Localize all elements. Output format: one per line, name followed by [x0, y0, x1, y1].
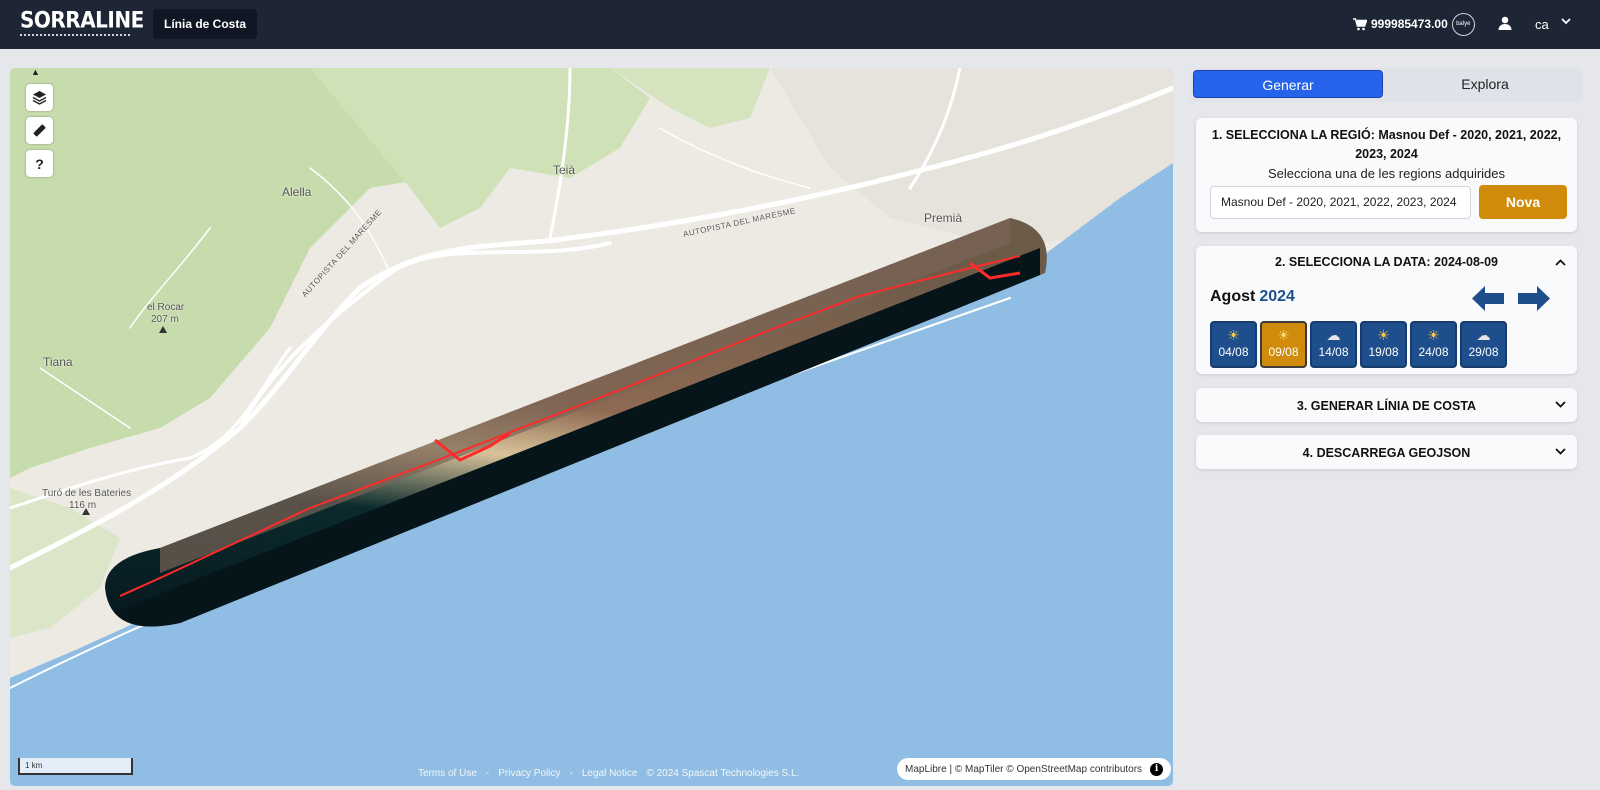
cloud-sun-icon: ☁ [1326, 327, 1341, 343]
terms-link[interactable]: Terms of Use [418, 768, 477, 779]
place-label-teia: Teià [553, 163, 576, 177]
step2-date-card: 2. SELECCIONA LA DATA: 2024-08-09 Agost 2… [1196, 246, 1577, 374]
map-footer-links: Terms of Use - Privacy Policy - Legal No… [418, 768, 799, 779]
credits-display[interactable]: 999985473.00 balye [1353, 12, 1475, 36]
elevation-label-turo-bateries: 116 m [69, 500, 97, 511]
tab-explore[interactable]: Explora [1390, 70, 1580, 98]
mode-tabs: Generar Explora [1190, 68, 1583, 102]
sun-icon: ☀ [1427, 327, 1440, 343]
step4-title[interactable]: 4. DESCARREGA GEOJSON [1196, 444, 1577, 463]
scale-bar: 1 km [18, 758, 133, 775]
footer-separator: - [485, 768, 490, 779]
place-label-turo-bateries: Turó de les Bateries [42, 488, 132, 499]
place-label-alella: Alella [282, 185, 312, 199]
month-year-label: Agost 2024 [1210, 288, 1295, 306]
map-view[interactable]: Teià Alella Premià el Rocar 207 m Tiana … [10, 68, 1173, 786]
help-button[interactable]: ? [26, 150, 53, 177]
previous-month-arrow-icon[interactable] [1472, 286, 1504, 311]
region-select[interactable]: Masnou Def - 2020, 2021, 2022, 2023, 202… [1210, 186, 1471, 219]
date-label: 04/08 [1218, 345, 1249, 359]
measure-button[interactable] [26, 117, 53, 144]
attribution-text[interactable]: MapLibre | © MapTiler © OpenStreetMap co… [905, 764, 1142, 775]
place-label-premia: Premià [924, 211, 963, 225]
place-label-tiana: Tiana [43, 355, 73, 369]
date-label: 19/08 [1368, 345, 1399, 359]
credit-coin-badge: balye [1451, 12, 1475, 36]
sun-icon: ☀ [1377, 327, 1390, 343]
logo-underline [20, 34, 130, 37]
date-tile-0408[interactable]: ☀ 04/08 [1210, 321, 1257, 368]
cart-icon [1353, 17, 1367, 30]
sun-icon: ☀ [1277, 327, 1290, 343]
chevron-up-icon[interactable] [1554, 256, 1567, 269]
step3-generate-card[interactable]: 3. GENERAR LÍNIA DE COSTA [1196, 388, 1577, 422]
step4-download-card[interactable]: 4. DESCARREGA GEOJSON [1196, 435, 1577, 469]
compass-north-icon[interactable]: ▲ [31, 68, 40, 77]
year-label: 2024 [1259, 288, 1295, 305]
map-attribution: MapLibre | © MapTiler © OpenStreetMap co… [897, 758, 1172, 780]
top-bar: SORRALINE Línia de Costa 999985473.00 ba… [0, 0, 1600, 49]
date-tile-1408[interactable]: ☁ 14/08 [1310, 321, 1357, 368]
copyright-text: © 2024 Spascat Technologies S.L. [646, 768, 800, 779]
chevron-down-icon[interactable] [1554, 445, 1567, 458]
date-label: 09/08 [1268, 345, 1299, 359]
sorraline-logo[interactable]: SORRALINE [20, 6, 144, 38]
cloud-sun-icon: ☁ [1476, 327, 1491, 343]
month-label: Agost [1210, 288, 1256, 305]
user-icon[interactable] [1498, 16, 1512, 30]
elevation-label-el-rocar: 207 m [151, 314, 179, 325]
tab-generate[interactable]: Generar [1193, 70, 1383, 98]
language-selector[interactable]: ca [1535, 17, 1549, 32]
new-region-button[interactable]: Nova [1479, 185, 1567, 219]
chevron-down-icon[interactable] [1560, 15, 1572, 27]
layers-button[interactable] [26, 84, 53, 111]
date-label: 29/08 [1468, 345, 1499, 359]
date-label: 14/08 [1318, 345, 1349, 359]
credits-amount: 999985473.00 [1371, 17, 1448, 31]
chevron-down-icon[interactable] [1554, 398, 1567, 411]
date-tile-0908[interactable]: ☀ 09/08 [1260, 321, 1307, 368]
place-label-el-rocar: el Rocar [147, 302, 185, 313]
legal-link[interactable]: Legal Notice [582, 768, 638, 779]
section-button-coastline[interactable]: Línia de Costa [153, 9, 258, 39]
ruler-icon [33, 124, 46, 137]
layers-icon [32, 91, 47, 105]
footer-separator: - [569, 768, 573, 779]
step1-region-card: 1. SELECCIONA LA REGIÓ: Masnou Def - 202… [1196, 118, 1577, 232]
step3-title[interactable]: 3. GENERAR LÍNIA DE COSTA [1196, 397, 1577, 416]
date-tile-2908[interactable]: ☁ 29/08 [1460, 321, 1507, 368]
date-tile-2408[interactable]: ☀ 24/08 [1410, 321, 1457, 368]
logo-text: SORRALINE [20, 6, 144, 34]
date-label: 24/08 [1418, 345, 1449, 359]
sun-icon: ☀ [1227, 327, 1240, 343]
date-tile-1908[interactable]: ☀ 19/08 [1360, 321, 1407, 368]
privacy-link[interactable]: Privacy Policy [498, 768, 560, 779]
next-month-arrow-icon[interactable] [1518, 286, 1550, 311]
info-icon[interactable]: i [1150, 762, 1164, 776]
step1-title: 1. SELECCIONA LA REGIÓ: Masnou Def - 202… [1211, 128, 1562, 161]
step2-title[interactable]: 2. SELECCIONA LA DATA: 2024-08-09 [1196, 253, 1577, 272]
sidebar-panel: Generar Explora 1. SELECCIONA LA REGIÓ: … [1190, 68, 1594, 786]
date-tiles: ☀ 04/08 ☀ 09/08 ☁ 14/08 ☀ 19/08 ☀ 24/08 ☁ 29/0… [1210, 321, 1507, 368]
step1-subtitle: Selecciona una de les regions adquirides [1267, 166, 1506, 181]
sidebar-empty-area [1196, 476, 1577, 784]
map-canvas[interactable] [10, 68, 1173, 786]
